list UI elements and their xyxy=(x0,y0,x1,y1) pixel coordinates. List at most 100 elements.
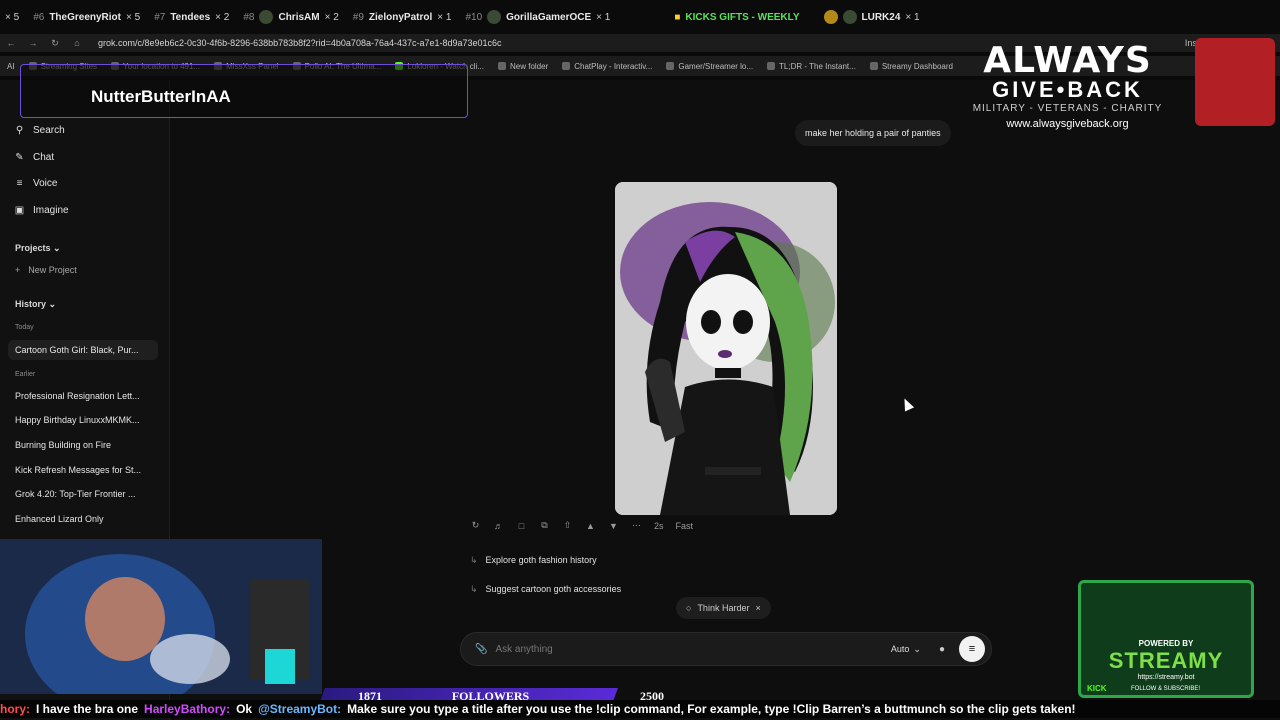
earlier-label: Earlier xyxy=(15,371,36,378)
today-label: Today xyxy=(15,324,34,331)
share-icon[interactable]: ⇧ xyxy=(562,520,573,531)
chat-ticker: hory: I have the bra one HarleyBathory: … xyxy=(0,700,1280,718)
ticker-mult: × 1 xyxy=(596,11,611,23)
bookmark-label: Streamy Dashboard xyxy=(881,61,953,71)
chat-message: Make sure you type a title after you use… xyxy=(347,702,1076,716)
ticker-item: #9 ZielonyPatrol × 1 xyxy=(353,12,452,23)
copy-icon[interactable]: ⧉ xyxy=(539,520,550,531)
back-icon[interactable]: ← xyxy=(0,38,22,48)
attach-icon[interactable]: 📎 xyxy=(475,644,487,655)
history-item[interactable]: Burning Building on Fire xyxy=(15,440,160,450)
folder-icon xyxy=(498,62,506,70)
sidebar-item-voice[interactable]: ≡ Voice xyxy=(14,178,58,189)
ticker-rank: #6 xyxy=(33,11,45,23)
sidebar-item-imagine[interactable]: ▣ Imagine xyxy=(14,205,69,216)
lightbulb-icon: ○ xyxy=(686,603,692,613)
bookmark[interactable]: Streamy Dashboard xyxy=(869,61,953,71)
sidebar-item-label: Voice xyxy=(33,178,58,189)
response-actions: ↻ ♬ □ ⧉ ⇧ ▲ ▼ ⋯ 2s Fast xyxy=(470,520,693,531)
ticker-mult: × 1 xyxy=(905,11,920,23)
reply-arrow-icon: ↳ xyxy=(470,584,478,594)
comment-icon[interactable]: □ xyxy=(516,521,527,531)
bookmark-label: ChatPlay - Interactiv... xyxy=(574,61,653,71)
history-label: History xyxy=(15,299,47,309)
powered-by-label: POWERED BY xyxy=(1138,639,1194,648)
history-header[interactable]: History ⌄ xyxy=(15,299,56,310)
ticker-rank: #9 xyxy=(352,11,364,23)
bookmark[interactable]: ChatPlay - Interactiv... xyxy=(562,62,652,71)
chat-icon: ✎ xyxy=(15,152,24,163)
site-icon xyxy=(767,62,776,70)
imagine-icon: ▣ xyxy=(14,205,25,216)
chevron-down-icon: ⌄ xyxy=(48,299,57,309)
bookmark-label: New folder xyxy=(510,61,549,71)
microphone-icon[interactable]: ● xyxy=(939,644,945,655)
ask-input[interactable] xyxy=(495,643,856,655)
kicks-gifts-label: ■ KICKS GIFTS - WEEKLY xyxy=(674,12,799,23)
screen: × 5 #6 TheGreenyRiot × 5 #7 Tendees × 2 … xyxy=(0,0,1280,720)
bookmark[interactable]: AI xyxy=(7,62,15,71)
model-mode-select[interactable]: Auto ⌄ xyxy=(891,644,921,655)
avatar xyxy=(259,10,274,24)
more-icon[interactable]: ⋯ xyxy=(631,520,642,531)
history-item[interactable]: Professional Resignation Lett... xyxy=(15,391,160,401)
ticker-item: #6 TheGreenyRiot × 5 xyxy=(33,12,140,23)
medal-icon xyxy=(823,10,838,24)
user-message: make her holding a pair of panties xyxy=(795,120,951,146)
ticker-mult: × 1 xyxy=(437,11,452,23)
logo-line-2: GIVE•BACK xyxy=(992,77,1143,102)
response-mode: Fast xyxy=(675,520,694,531)
streamy-bot-badge: POWERED BY STREAMY https://streamy.bot K… xyxy=(1078,580,1254,698)
forward-icon[interactable]: → xyxy=(22,38,44,48)
ticker-mult: × 2 xyxy=(324,11,339,23)
bookmark[interactable]: New folder xyxy=(498,62,548,71)
history-item[interactable]: Kick Refresh Messages for St... xyxy=(15,465,160,475)
thumbs-up-icon[interactable]: ▲ xyxy=(585,521,596,531)
voice-icon: ≡ xyxy=(16,178,23,189)
ticker-item-lurk: LURK24 × 1 xyxy=(823,10,920,24)
think-harder-chip[interactable]: ○ Think Harder × xyxy=(676,597,771,619)
suggestion[interactable]: ↳ Suggest cartoon goth accessories xyxy=(470,584,621,595)
bookmark-label: Gamer/Streamer lo... xyxy=(678,61,754,71)
close-icon[interactable]: × xyxy=(755,603,760,613)
address-bar[interactable]: grok.com/c/8e9eb6c2-0c30-4f6b-8296-638bb… xyxy=(98,38,502,48)
chat-username: HarleyBathory: xyxy=(144,702,231,716)
bookmark[interactable]: Gamer/Streamer lo... xyxy=(666,62,753,71)
bookmark[interactable]: TL;DR - The Instant... xyxy=(767,62,856,71)
sidebar-item-search[interactable]: ⚲ Search xyxy=(14,125,65,136)
soldier-mascot-image xyxy=(1195,38,1275,126)
suggestion-label: Suggest cartoon goth accessories xyxy=(485,584,622,594)
ticker-rank: #8 xyxy=(243,11,255,23)
waveform-icon: ≡ xyxy=(968,643,976,655)
speaker-icon[interactable]: ♬ xyxy=(493,521,504,531)
always-give-back-logo: ALWAYS GIVE•BACK MILITARY - VETERANS - C… xyxy=(960,43,1175,131)
history-item[interactable]: Enhanced Lizard Only xyxy=(15,514,160,524)
new-project-label: New Project xyxy=(28,265,77,275)
new-project-button[interactable]: + New Project xyxy=(15,265,77,275)
ticker-rank: #10 xyxy=(465,11,483,23)
sidebar-item-chat[interactable]: ✎ Chat xyxy=(14,152,54,163)
home-icon[interactable]: ⌂ xyxy=(66,38,88,48)
search-icon: ⚲ xyxy=(15,125,24,136)
reload-icon[interactable]: ↻ xyxy=(44,38,66,49)
projects-header[interactable]: Projects ⌄ xyxy=(15,243,61,254)
nameplate-text: NutterButterInAA xyxy=(91,87,231,106)
sidebar-item-label: Search xyxy=(33,125,65,136)
avatar xyxy=(487,10,502,24)
gift-icon: ■ xyxy=(674,11,681,23)
suggestion[interactable]: ↳ Explore goth fashion history xyxy=(470,555,597,566)
site-icon xyxy=(562,62,571,70)
history-item[interactable]: Grok 4.20: Top-Tier Frontier ... xyxy=(15,489,160,499)
history-item[interactable]: Cartoon Goth Girl: Black, Pur... xyxy=(8,340,158,360)
voice-mode-button[interactable]: ≡ xyxy=(959,636,985,662)
streamy-title: STREAMY xyxy=(1108,648,1224,673)
goth-girl-illustration xyxy=(615,182,837,515)
history-item[interactable]: Happy Birthday LinuxxMKMK... xyxy=(15,415,160,425)
generated-image[interactable] xyxy=(615,182,837,515)
regenerate-icon[interactable]: ↻ xyxy=(470,520,481,531)
site-icon xyxy=(666,62,675,70)
chevron-down-icon: ⌄ xyxy=(913,643,921,654)
thumbs-down-icon[interactable]: ▼ xyxy=(608,521,619,531)
ticker-name: GorillaGamerOCE xyxy=(506,11,592,23)
ticker-name: ZielonyPatrol xyxy=(368,11,433,23)
